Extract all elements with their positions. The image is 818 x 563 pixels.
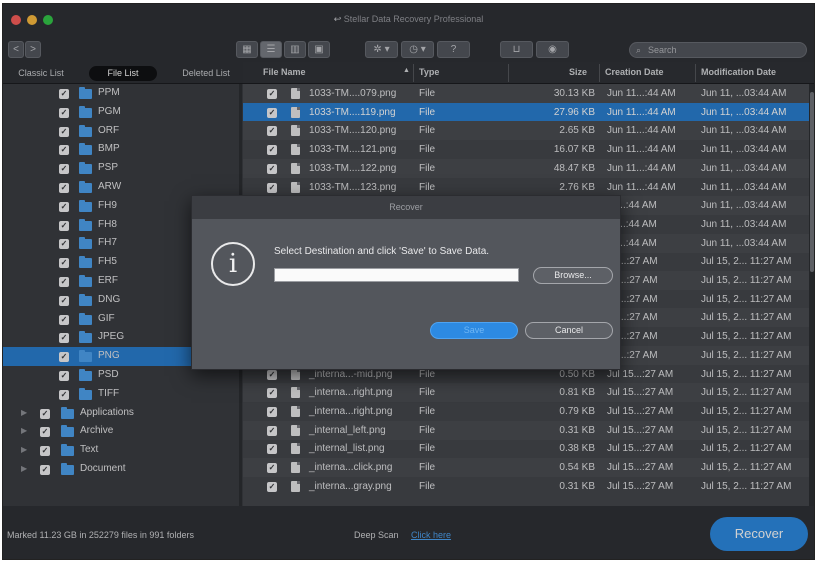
info-icon: i: [211, 242, 255, 286]
browse-button[interactable]: Browse...: [533, 267, 613, 284]
dialog-message: Select Destination and click 'Save' to S…: [274, 246, 490, 257]
destination-path-field[interactable]: [274, 268, 519, 282]
cancel-button[interactable]: Cancel: [525, 322, 613, 339]
dialog-title: Recover: [192, 196, 620, 219]
save-button[interactable]: Save: [430, 322, 518, 339]
app-window: ↩ Stellar Data Recovery Professional < >…: [2, 3, 815, 560]
recover-dialog: Recover i Select Destination and click '…: [191, 195, 621, 370]
